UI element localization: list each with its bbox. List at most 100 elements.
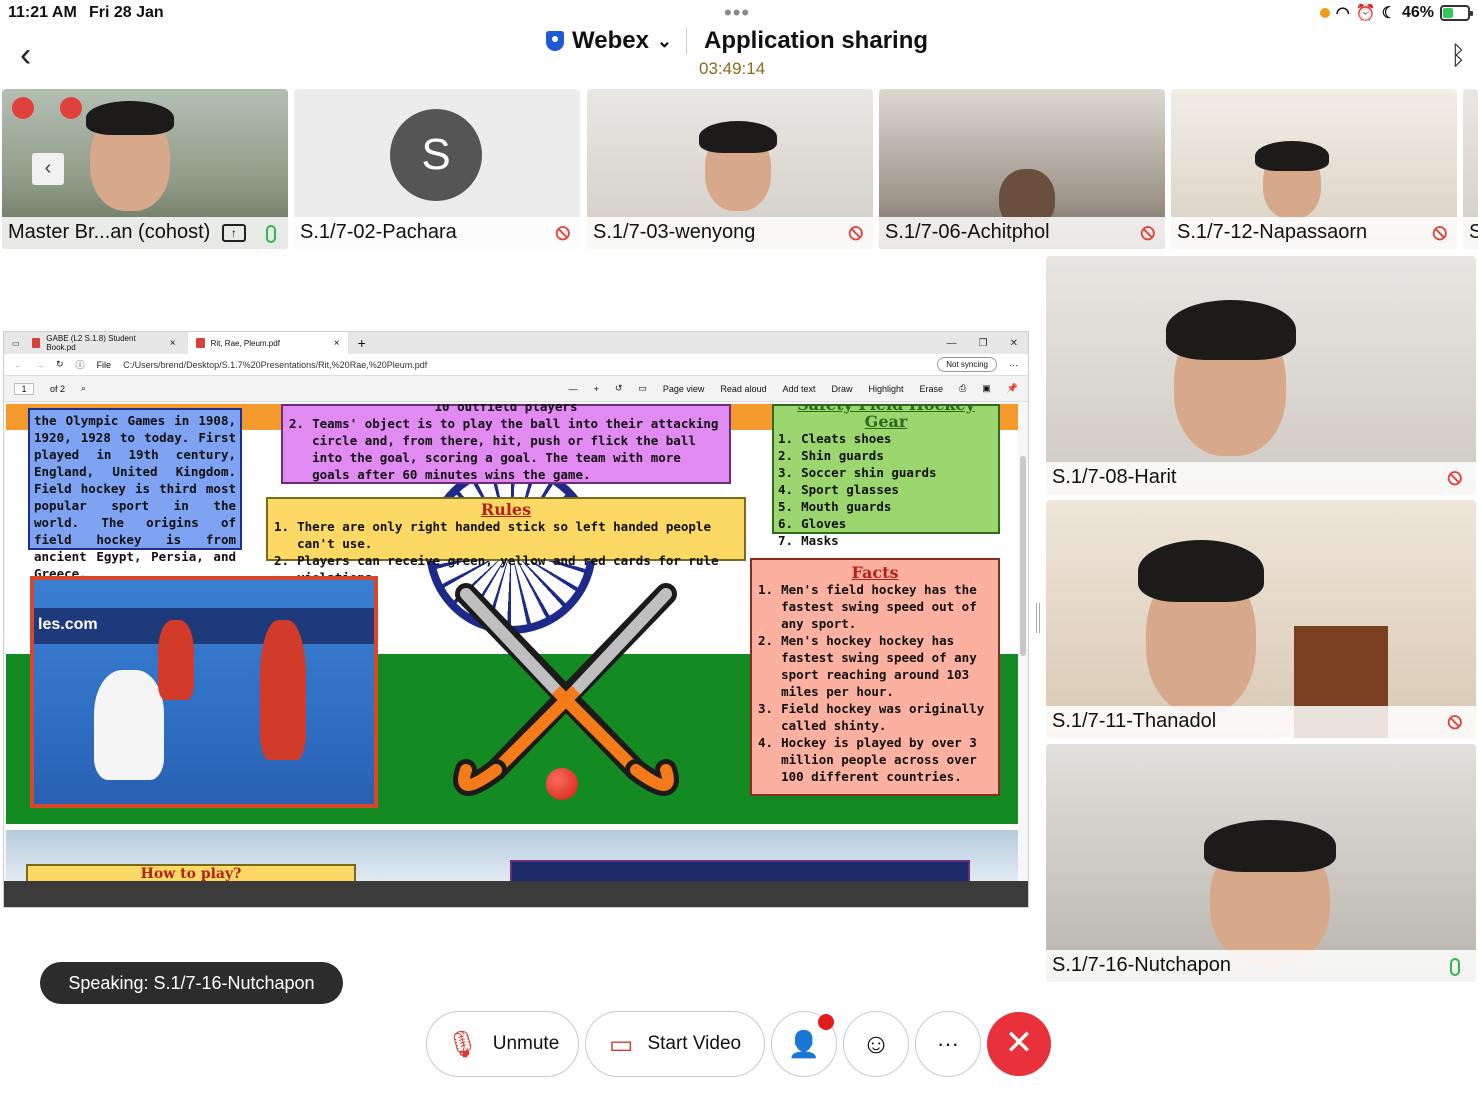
refresh-icon[interactable]: ↻ bbox=[56, 359, 64, 370]
bluetooth-icon[interactable]: ᛒ bbox=[1450, 40, 1466, 71]
facts-title: Facts bbox=[851, 563, 899, 582]
participant-hair bbox=[86, 101, 174, 135]
video-tile-thanadol[interactable]: S.1/7-11-Thanadol ⦸ bbox=[1046, 500, 1476, 738]
browser-tab[interactable]: GABE (L2 S.1.8) Student Book.pd × bbox=[24, 332, 184, 354]
page-number-input[interactable]: 1 bbox=[14, 382, 34, 395]
list-item: 4. Hockey is played by over 3 million peo… bbox=[758, 735, 977, 784]
unmute-button[interactable]: 🎙 Unmute bbox=[426, 1011, 579, 1077]
page-title: Application sharing bbox=[704, 27, 929, 54]
url-scheme-label: File bbox=[96, 359, 112, 370]
video-tile-harit[interactable]: S.1/7-08-Harit ⦸ bbox=[1046, 256, 1476, 494]
info-icon[interactable]: ⓘ bbox=[76, 358, 85, 371]
search-icon[interactable]: ⌕ bbox=[81, 383, 86, 394]
video-tile-partial[interactable]: S bbox=[1463, 89, 1478, 249]
objective-item: Teams' object is to play the ball into t… bbox=[312, 416, 719, 482]
fit-page-icon[interactable]: ▭ bbox=[638, 383, 647, 394]
tab-actions-icon[interactable]: ▭ bbox=[12, 339, 20, 348]
draw-button[interactable]: Draw bbox=[832, 384, 853, 394]
close-window-icon[interactable]: ✕ bbox=[1010, 338, 1018, 349]
read-aloud-button[interactable]: Read aloud bbox=[720, 384, 766, 394]
meeting-timer: 03:49:14 bbox=[699, 59, 766, 78]
zoom-in-icon[interactable]: + bbox=[594, 384, 599, 394]
add-text-button[interactable]: Add text bbox=[782, 384, 815, 394]
participant-hair bbox=[1138, 540, 1264, 602]
participant-name: S.1/7-11-Thanadol bbox=[1052, 710, 1217, 732]
list-item: 5. Mouth guards bbox=[778, 499, 892, 514]
back-arrow-icon[interactable]: ← bbox=[14, 360, 23, 370]
start-video-button[interactable]: ▭ Start Video bbox=[585, 1011, 765, 1077]
participant-hair bbox=[1204, 820, 1336, 872]
minimize-icon[interactable]: — bbox=[947, 338, 957, 349]
leave-meeting-button[interactable]: ✕ bbox=[987, 1012, 1051, 1076]
list-item: 7. Masks bbox=[778, 533, 839, 548]
mic-on-icon bbox=[1450, 958, 1460, 976]
page-view-button[interactable]: Page view bbox=[663, 384, 705, 394]
decorative-box bbox=[510, 860, 970, 882]
video-tile-host[interactable]: ‹ Master Br...an (cohost) ↑ bbox=[2, 89, 288, 249]
participant-name: S.1/7-16-Nutchapon bbox=[1052, 954, 1232, 976]
participants-button[interactable]: 👤 bbox=[771, 1011, 837, 1077]
rules-box: Rules 1. There are only right handed stic… bbox=[266, 497, 746, 585]
close-tab-icon[interactable]: × bbox=[334, 338, 340, 349]
pdf-icon bbox=[195, 338, 205, 348]
save-icon[interactable]: ▣ bbox=[982, 383, 991, 394]
video-tile-pachara[interactable]: S S.1/7-02-Pachara ⦸ bbox=[294, 89, 580, 249]
collapse-strip-button[interactable]: ‹ bbox=[32, 153, 64, 185]
participant-nameplate: Master Br...an (cohost) ↑ bbox=[2, 217, 288, 249]
wifi-icon: ◠ bbox=[1335, 5, 1350, 22]
participant-nameplate: S.1/7-12-Napassaorn ⦸ bbox=[1171, 217, 1457, 249]
sharing-icon: ↑ bbox=[221, 223, 246, 242]
rotate-icon[interactable]: ↺ bbox=[615, 383, 623, 394]
close-icon: ✕ bbox=[1004, 1024, 1034, 1062]
pdf-page: the Olympic Games in 1908, 1920, 1928 to… bbox=[6, 404, 1018, 882]
close-tab-icon[interactable]: × bbox=[170, 338, 176, 349]
zoom-out-icon[interactable]: — bbox=[569, 384, 578, 394]
notification-dot bbox=[818, 1014, 834, 1030]
how-to-play-title: How to play? bbox=[26, 864, 356, 882]
mic-on-icon bbox=[266, 225, 276, 243]
video-tile-achitphol[interactable]: S.1/7-06-Achitphol ⦸ bbox=[879, 89, 1165, 249]
list-item: 1. There are only right handed stick so l… bbox=[274, 519, 711, 551]
tab-title: GABE (L2 S.1.8) Student Book.pd bbox=[46, 334, 136, 352]
sync-status-button[interactable]: Not syncing bbox=[937, 357, 997, 372]
participant-name: S.1/7-03-wenyong bbox=[593, 221, 756, 243]
shared-screen[interactable]: ▭ GABE (L2 S.1.8) Student Book.pd × Rit,… bbox=[3, 331, 1029, 908]
participant-nameplate: S.1/7-08-Harit ⦸ bbox=[1046, 462, 1476, 494]
status-bar: 11:21 AM Fri 28 Jan ••• ◠ ⏰ ☾ 46% bbox=[0, 0, 1478, 28]
objective-partial-line: 10 outfield players bbox=[434, 404, 578, 414]
mic-off-icon: 🎙 bbox=[445, 1028, 479, 1059]
multitask-dots-icon[interactable]: ••• bbox=[724, 2, 750, 24]
forward-arrow-icon[interactable]: → bbox=[35, 360, 44, 370]
participant-hair bbox=[1255, 141, 1329, 171]
list-item: 1. Cleats shoes bbox=[778, 431, 892, 446]
pin-icon[interactable]: 📌 bbox=[1007, 383, 1018, 394]
more-menu-icon[interactable]: ··· bbox=[1009, 360, 1018, 370]
url-field[interactable]: C:/Users/brend/Desktop/S.1.7%20Presentat… bbox=[123, 360, 427, 370]
reactions-button[interactable]: ☺ bbox=[843, 1011, 909, 1077]
maximize-icon[interactable]: ❐ bbox=[979, 338, 988, 349]
new-tab-icon[interactable]: + bbox=[358, 335, 366, 351]
video-tile-wenyong[interactable]: S.1/7-03-wenyong ⦸ bbox=[587, 89, 873, 249]
webex-menu-button[interactable]: Webex ⌄ bbox=[546, 27, 672, 55]
participant-nameplate: S bbox=[1463, 217, 1478, 249]
participant-nameplate: S.1/7-02-Pachara ⦸ bbox=[294, 217, 580, 249]
more-options-button[interactable]: ··· bbox=[915, 1011, 981, 1077]
browser-tab-active[interactable]: Rit, Rae, Pleum.pdf × bbox=[187, 332, 348, 354]
video-tile-napassaorn[interactable]: S.1/7-12-Napassaorn ⦸ bbox=[1171, 89, 1457, 249]
more-icon: ··· bbox=[937, 1031, 959, 1056]
erase-button[interactable]: Erase bbox=[920, 384, 944, 394]
list-number: 2. bbox=[289, 416, 305, 431]
participant-nameplate: S.1/7-11-Thanadol ⦸ bbox=[1046, 706, 1476, 738]
resize-handle[interactable] bbox=[1036, 603, 1040, 633]
highlight-button[interactable]: Highlight bbox=[869, 384, 904, 394]
start-video-label: Start Video bbox=[647, 1033, 742, 1054]
status-date: Fri 28 Jan bbox=[89, 4, 164, 21]
pdf-icon bbox=[31, 338, 41, 348]
shared-screen-footer bbox=[4, 881, 1028, 907]
print-icon[interactable]: ⎙ bbox=[959, 383, 966, 394]
participant-name: S bbox=[1469, 221, 1478, 243]
back-chevron-icon[interactable]: ‹ bbox=[20, 38, 50, 74]
pdf-scrollbar[interactable] bbox=[1020, 456, 1026, 656]
video-tile-nutchapon[interactable]: S.1/7-16-Nutchapon bbox=[1046, 744, 1476, 982]
participant-hair bbox=[1166, 300, 1296, 360]
